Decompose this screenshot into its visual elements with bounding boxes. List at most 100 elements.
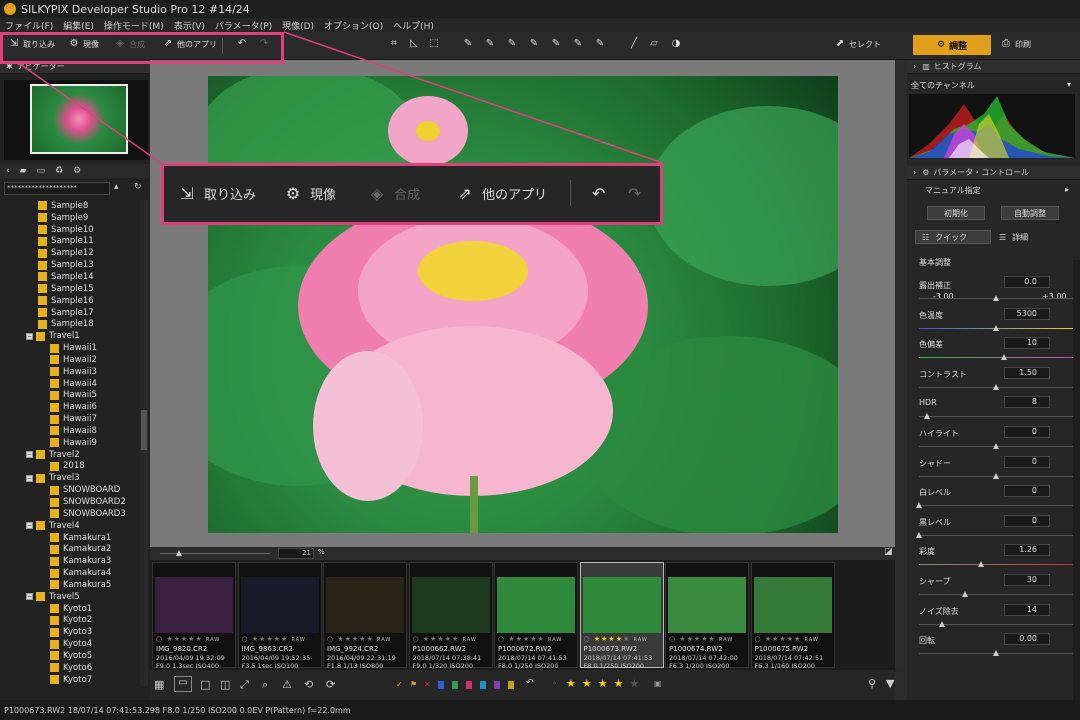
slider-knob[interactable] — [993, 472, 999, 479]
param-scrollbar[interactable] — [1073, 260, 1080, 700]
navigator-thumbnail[interactable] — [4, 80, 148, 160]
menu-develop[interactable]: 現像(D) — [282, 19, 314, 32]
print-mode-button[interactable]: ⎙ 印刷 — [1000, 38, 1031, 50]
slider-value-input[interactable]: 0 — [1004, 455, 1050, 468]
detail-tab[interactable]: ☰ 詳細 — [999, 232, 1028, 243]
slider-value-input[interactable]: 1.50 — [1004, 366, 1050, 379]
collapse-toggle-icon[interactable]: − — [26, 522, 33, 530]
no-rating-icon[interactable]: ◦ — [552, 679, 557, 688]
tag-cyan-icon[interactable] — [480, 681, 486, 689]
slider-knob[interactable] — [993, 443, 999, 449]
slider-track[interactable] — [919, 564, 1073, 566]
slider-knob[interactable] — [993, 295, 999, 301]
tree-item[interactable]: Hawaii6 — [0, 401, 150, 413]
channel-select[interactable]: 全てのチャンネル ▾ — [909, 80, 1075, 93]
tree-item[interactable]: Kamakura5 — [0, 579, 150, 591]
comment-icon[interactable]: ▭ — [37, 166, 46, 176]
tree-scrollbar-thumb[interactable] — [141, 410, 147, 450]
gear-icon[interactable]: ⚙ — [73, 166, 81, 176]
thumbnail[interactable]: ○ ★★★★★ RAW P1000673.RW2 2018/07/14 07:41:… — [579, 562, 664, 670]
slider-knob[interactable] — [1000, 354, 1007, 361]
thumbnail-rating[interactable]: ○ ★★★★★ RAW — [327, 635, 391, 643]
rotate-right-icon[interactable]: ⟳ — [326, 678, 335, 691]
tree-item[interactable]: Hawaii9 — [0, 437, 150, 449]
eraser-tool[interactable]: ▱ — [648, 38, 660, 50]
tree-item[interactable]: SNOWBOARD3 — [0, 508, 150, 520]
tree-item[interactable]: Hawaii8 — [0, 425, 150, 437]
check-icon[interactable]: ✓ — [396, 680, 403, 689]
spot-tool[interactable]: ◑ — [670, 38, 682, 50]
thumbnail-rating[interactable]: ○ ★★★★★ RAW — [755, 635, 819, 643]
slider-knob[interactable] — [916, 502, 922, 509]
slider-knob[interactable] — [962, 591, 969, 597]
compare-view-icon[interactable]: ◫ — [220, 678, 230, 691]
thumbnail[interactable]: ○ ★★★★★ RAW IMG_9924.CR2 2016/04/09 22:31:… — [323, 562, 407, 670]
tree-item[interactable]: Sample17 — [0, 307, 150, 319]
slider-track[interactable] — [919, 357, 1073, 359]
thumbnail-rating[interactable]: ○ ★★★★★ RAW — [669, 635, 733, 643]
thumbnail[interactable]: ○ ★★★★★ RAW P1000662.RW2 2018/07/14 07:38:… — [408, 562, 493, 670]
tree-item[interactable]: Kyoto2 — [0, 615, 150, 627]
reject-icon[interactable]: ✕ — [424, 680, 431, 689]
slider-value-input[interactable]: 30 — [1004, 574, 1050, 586]
single-view-icon[interactable]: □ — [200, 678, 210, 691]
folder-up-icon[interactable]: ▴ — [114, 182, 119, 192]
tree-item[interactable]: Kyoto6 — [0, 662, 150, 674]
rating-stars-filter[interactable]: ★★★★★ — [566, 677, 645, 690]
fit-icon[interactable]: ◪ — [884, 547, 893, 557]
grid-view-icon[interactable]: ▦ — [154, 678, 164, 691]
rotate-tool[interactable]: ◺ — [408, 38, 420, 50]
slider-track[interactable] — [919, 594, 1073, 595]
brush-tool-4[interactable]: ✎ — [528, 38, 540, 50]
thumbnail-rating[interactable]: ○ ★★★★★ RAW — [156, 635, 220, 643]
folder-path-select[interactable]: ******************** — [4, 182, 110, 195]
collapse-toggle-icon[interactable]: − — [26, 474, 33, 482]
tree-item[interactable]: Hawaii3 — [0, 366, 150, 378]
collapse-icon[interactable]: › — [913, 168, 916, 177]
fullscreen-icon[interactable]: ⤢ — [240, 678, 249, 692]
tree-item[interactable]: Sample16 — [0, 295, 150, 307]
menu-edit[interactable]: 編集(E) — [63, 19, 94, 32]
slider-value-input[interactable]: 5300 — [1004, 307, 1050, 320]
tree-item[interactable]: Hawaii1 — [0, 342, 150, 354]
zoom-icon[interactable]: ⌕ — [262, 678, 268, 692]
tree-item[interactable]: − Travel4 — [0, 520, 150, 532]
menu-file[interactable]: ファイル(F) — [5, 19, 53, 32]
tree-item[interactable]: − Travel3 — [0, 472, 150, 484]
slider-knob[interactable] — [939, 620, 946, 627]
navigator-view-frame[interactable] — [30, 84, 128, 154]
tree-item[interactable]: Sample12 — [0, 247, 150, 259]
tree-item[interactable]: Sample11 — [0, 236, 150, 248]
tree-item[interactable]: Kamakura1 — [0, 532, 150, 544]
slider-knob[interactable] — [977, 561, 984, 568]
thumbnail-rating[interactable]: ○ ★★★★★ RAW — [242, 635, 306, 643]
thumbnail[interactable]: ○ ★★★★★ RAW P1000675.RW2 2018/07/14 07:42:… — [750, 562, 835, 670]
tree-item[interactable]: Sample9 — [0, 212, 150, 224]
slider-track[interactable] — [919, 505, 1073, 507]
zoom-slider-knob[interactable] — [176, 550, 182, 556]
slider-track[interactable] — [919, 534, 1073, 536]
thumbnail[interactable]: ○ ★★★★★ RAW IMG_9863.CR2 2016/04/09 19:52:… — [237, 562, 322, 670]
collapse-toggle-icon[interactable]: − — [26, 451, 33, 459]
menu-option[interactable]: オプション(O) — [324, 19, 383, 32]
tree-item[interactable]: Kyoto1 — [0, 603, 150, 615]
slider-value-input[interactable]: 14 — [1004, 603, 1050, 616]
folder-icon[interactable]: ▰ — [20, 166, 27, 176]
person-search-icon[interactable]: ⚲ — [868, 677, 876, 690]
tag-pink-icon[interactable] — [466, 681, 472, 689]
tag-purple-icon[interactable] — [494, 681, 500, 689]
brush-tool-1[interactable]: ✎ — [462, 38, 474, 50]
slider-knob[interactable] — [993, 383, 999, 390]
flag-icon[interactable]: ⚑ — [410, 680, 417, 689]
thumbnail[interactable]: ○ ★★★★★ RAW IMG_9820.CR2 2016/04/09 19:32:… — [152, 562, 236, 670]
thumbnail[interactable]: ○ ★★★★★ RAW P1000674.RW2 2018/07/14 07:42:… — [665, 562, 749, 670]
menu-parameter[interactable]: パラメータ(P) — [215, 19, 272, 32]
rotate-left-icon[interactable]: ⟲ — [304, 678, 313, 691]
recycle-icon[interactable]: ♻ — [55, 166, 63, 176]
thumbnail[interactable]: ○ ★★★★★ RAW P1000672.RW2 2018/07/14 07:41:… — [494, 562, 578, 670]
tree-item[interactable]: Kamakura2 — [0, 543, 150, 555]
brush-tool-2[interactable]: ✎ — [484, 38, 496, 50]
thumbnail-rating[interactable]: ○ ★★★★★ RAW — [498, 635, 562, 643]
slider-value-input[interactable]: 0 — [1004, 485, 1050, 498]
lock-icon[interactable]: ▣ — [654, 679, 662, 688]
